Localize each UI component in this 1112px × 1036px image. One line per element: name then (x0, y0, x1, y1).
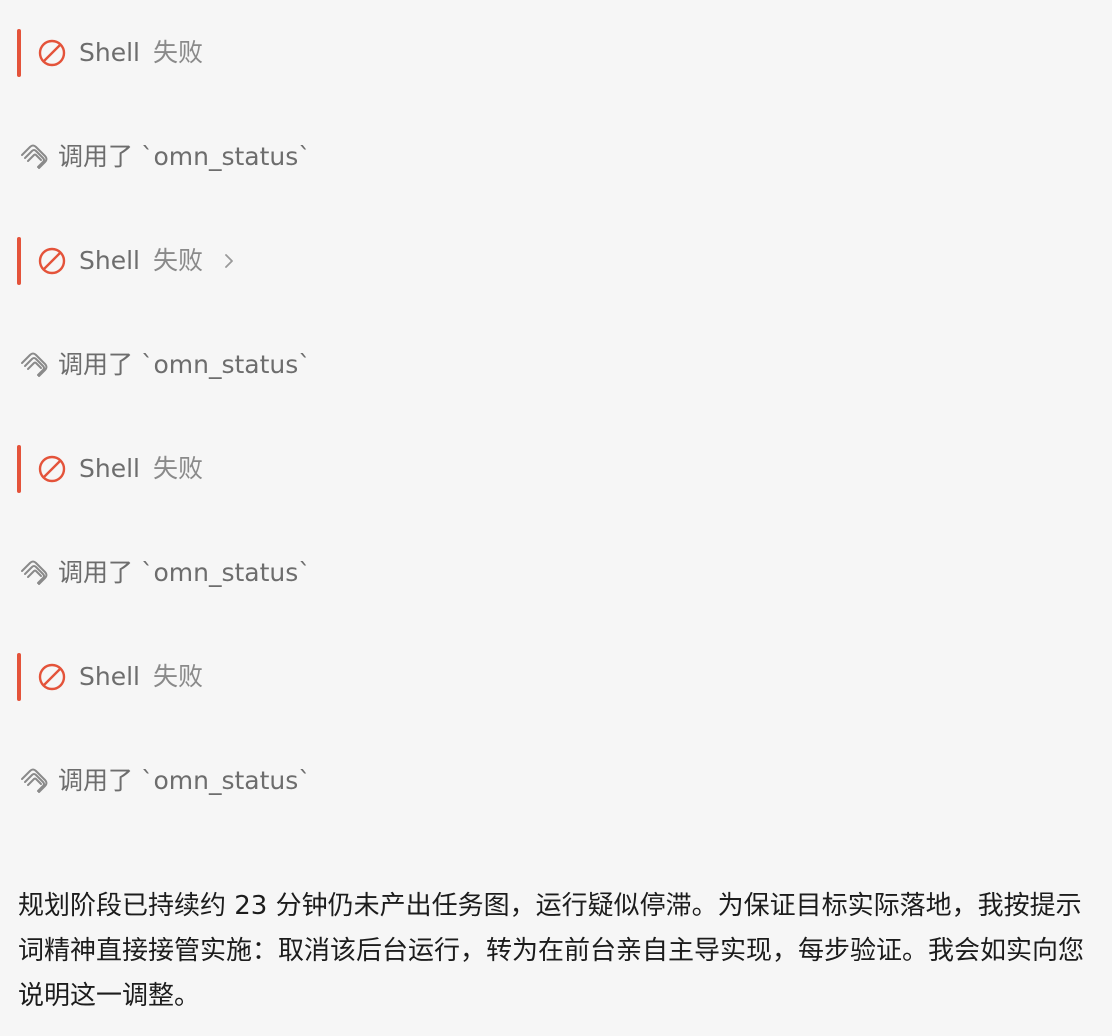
paperclip-icon (21, 144, 48, 169)
tool-call-step[interactable]: 调用了 `omn_status` (0, 754, 700, 806)
ban-icon (38, 247, 66, 275)
tool-status-label: 失败 (153, 38, 204, 67)
tool-step-shell-failed[interactable]: Shell 失败 (0, 233, 700, 285)
ban-icon (38, 663, 66, 691)
tool-call-step[interactable]: 调用了 `omn_status` (0, 338, 700, 390)
tool-call-step[interactable]: 调用了 `omn_status` (0, 546, 700, 598)
assistant-message: 规划阶段已持续约 23 分钟仍未产出任务图，运行疑似停滞。为保证目标实际落地，我… (18, 891, 1085, 1011)
tool-name-label: Shell (79, 662, 140, 691)
tool-call-label: 调用了 `omn_status` (58, 350, 311, 379)
tool-name-label: Shell (79, 454, 140, 483)
tool-step-shell-failed[interactable]: Shell 失败 (0, 441, 700, 493)
failure-indicator-bar (17, 653, 21, 701)
failure-indicator-bar (17, 237, 21, 285)
failure-indicator-bar (17, 445, 21, 493)
tool-step-shell-failed[interactable]: Shell 失败 (0, 649, 700, 701)
tool-status-label: 失败 (153, 454, 204, 483)
tool-name-label: Shell (79, 38, 140, 67)
chevron-right-icon[interactable] (220, 249, 238, 273)
tool-call-label: 调用了 `omn_status` (58, 558, 311, 587)
tool-name-label: Shell (79, 246, 140, 275)
tool-call-step[interactable]: 调用了 `omn_status` (0, 130, 700, 182)
tool-call-label: 调用了 `omn_status` (58, 142, 311, 171)
ban-icon (38, 455, 66, 483)
paperclip-icon (21, 352, 48, 377)
tool-call-label: 调用了 `omn_status` (58, 766, 311, 795)
tool-status-label: 失败 (153, 246, 204, 275)
paperclip-icon (21, 768, 48, 793)
tool-step-shell-failed[interactable]: Shell 失败 (0, 25, 700, 77)
ban-icon (38, 39, 66, 67)
paperclip-icon (21, 560, 48, 585)
failure-indicator-bar (17, 29, 21, 77)
tool-status-label: 失败 (153, 662, 204, 691)
